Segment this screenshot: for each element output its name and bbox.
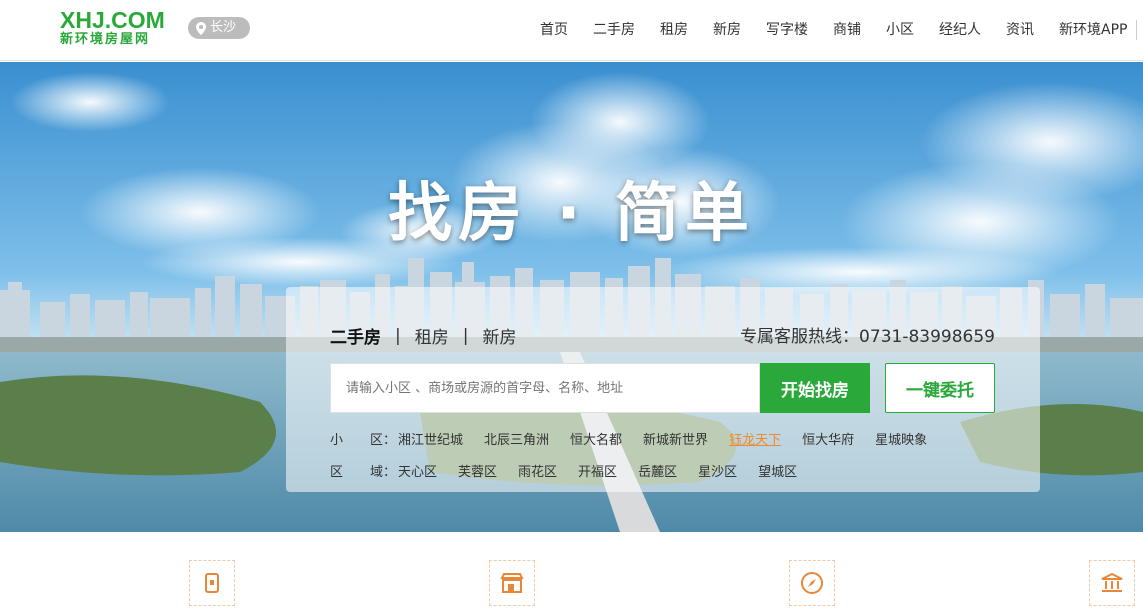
nav-news[interactable]: 资讯 — [1006, 18, 1034, 42]
districts-label: 区域： — [330, 465, 397, 480]
districts: 区域： 天心区 芙蓉区 雨花区 开福区 岳麓区 星沙区 望城区 — [330, 461, 818, 480]
district-link[interactable]: 望城区 — [758, 461, 797, 480]
nav-office[interactable]: 写字楼 — [766, 18, 808, 42]
nav-home[interactable]: 首页 — [540, 18, 568, 42]
tab-rent[interactable]: 租房 — [415, 323, 449, 348]
city-name: 长沙 — [210, 20, 237, 35]
community-link[interactable]: 湘江世纪城 — [398, 429, 463, 448]
tab-new-house[interactable]: 新房 — [482, 323, 516, 348]
start-search-button[interactable]: 开始找房 — [760, 363, 870, 413]
search-input[interactable] — [330, 363, 760, 413]
tab-second-hand[interactable]: 二手房 — [330, 323, 381, 348]
community-link-highlighted[interactable]: 钰龙天下 — [729, 429, 781, 448]
district-link[interactable]: 雨花区 — [518, 461, 557, 480]
nav-new-house[interactable]: 新房 — [713, 18, 741, 42]
search-tabs: 二手房 | 租房 | 新房 — [330, 323, 516, 349]
tab-separator: | — [462, 325, 469, 346]
hero-slogan: 找房 · 简单 — [388, 177, 755, 251]
entrust-button[interactable]: 一键委托 — [885, 363, 995, 413]
district-link[interactable]: 岳麓区 — [638, 461, 677, 480]
compass-icon[interactable] — [789, 560, 835, 606]
search-panel: 二手房 | 租房 | 新房 专属客服热线：0731-83998659 开始找房 … — [286, 287, 1040, 492]
site-header: XHJ.COM 新环境房屋网 长沙 首页 二手房 租房 新房 写字楼 商铺 小区… — [0, 0, 1143, 61]
nav-rent[interactable]: 租房 — [660, 18, 688, 42]
logo-text: XHJ.COM — [60, 7, 165, 33]
district-link[interactable]: 开福区 — [578, 461, 617, 480]
district-link[interactable]: 天心区 — [398, 461, 437, 480]
nav-app[interactable]: 新环境APP — [1059, 18, 1127, 42]
district-link[interactable]: 星沙区 — [698, 461, 737, 480]
location-pin-icon — [196, 21, 206, 35]
nav-agent[interactable]: 经纪人 — [939, 18, 981, 42]
logo-subtitle: 新环境房屋网 — [60, 32, 151, 47]
city-selector[interactable]: 长沙 — [188, 17, 250, 39]
feature-section — [0, 532, 1143, 610]
communities-label: 小区： — [330, 433, 397, 448]
tab-separator: | — [395, 325, 401, 346]
community-link[interactable]: 星城映象 — [875, 429, 927, 448]
phone-icon[interactable] — [189, 560, 235, 606]
bank-icon[interactable] — [1089, 560, 1135, 606]
service-hotline: 专属客服热线：0731-83998659 — [740, 327, 995, 347]
hot-communities: 小区： 湘江世纪城 北辰三角洲 恒大名都 新城新世界 钰龙天下 恒大华府 星城映… — [330, 429, 948, 448]
nav-shop[interactable]: 商铺 — [833, 18, 861, 42]
community-link[interactable]: 恒大华府 — [802, 429, 854, 448]
community-link[interactable]: 北辰三角洲 — [484, 429, 549, 448]
nav-community[interactable]: 小区 — [886, 18, 914, 42]
community-link[interactable]: 新城新世界 — [643, 429, 708, 448]
site-logo[interactable]: XHJ.COM 新环境房屋网 — [60, 8, 176, 48]
hero-banner: 找房 · 简单 二手房 | 租房 | 新房 专属客服热线：0731-839986… — [0, 62, 1143, 532]
nav-second-hand[interactable]: 二手房 — [593, 18, 635, 42]
store-icon[interactable] — [489, 560, 535, 606]
district-link[interactable]: 芙蓉区 — [458, 461, 497, 480]
main-nav: 首页 二手房 租房 新房 写字楼 商铺 小区 经纪人 资讯 新环境APP — [530, 18, 1127, 42]
nav-divider — [1136, 20, 1137, 40]
community-link[interactable]: 恒大名都 — [570, 429, 622, 448]
